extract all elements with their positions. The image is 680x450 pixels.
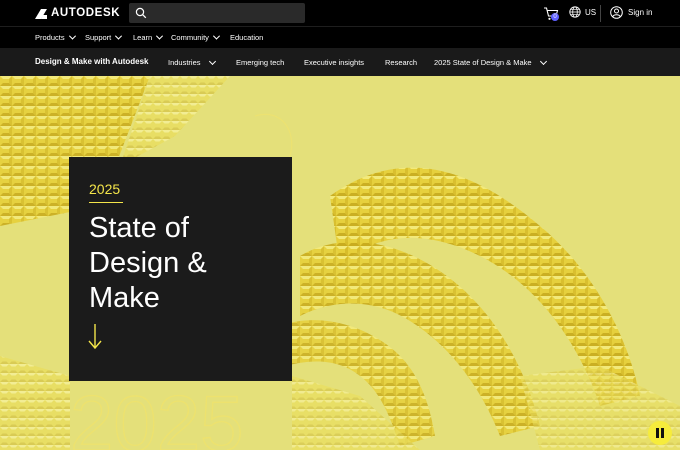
sign-in-button[interactable]: Sign in: [610, 6, 652, 19]
subnav-item-label: Emerging tech: [236, 58, 285, 67]
hero-title: State of Design & Make: [89, 212, 207, 314]
region-selector[interactable]: US: [569, 6, 596, 18]
chevron-down-icon: [212, 32, 220, 40]
subnav-item-research[interactable]: Research: [385, 58, 417, 67]
nav-item-products[interactable]: Products: [35, 32, 76, 42]
sign-in-label: Sign in: [628, 8, 653, 17]
autodesk-logo-icon: [35, 8, 47, 19]
nav-item-label: Community: [171, 33, 209, 42]
nav-item-label: Learn: [133, 33, 153, 42]
chevron-down-icon: [115, 32, 123, 40]
pause-icon: [661, 428, 664, 438]
logo-text: AUTODESK: [51, 7, 121, 19]
nav-item-label: Products: [35, 33, 65, 42]
subnav-item-industries[interactable]: Industries: [168, 57, 216, 67]
nav-item-label: Education: [230, 33, 264, 42]
search-input[interactable]: [129, 3, 305, 23]
cart-count-badge: 0: [551, 13, 559, 21]
top-bar: AUTODESK 0 US Sign in: [0, 0, 680, 27]
region-label: US: [585, 7, 597, 17]
arrow-down-icon[interactable]: [88, 324, 102, 350]
search-icon: [135, 7, 147, 19]
subnav-item-executive-insights[interactable]: Executive insights: [304, 58, 364, 67]
secondary-nav: Design & Make with Autodesk Industries E…: [0, 48, 680, 76]
nav-item-label: Support: [85, 33, 112, 42]
subnav-item-label: Executive insights: [304, 58, 365, 67]
subnav-item-state-of-design-make[interactable]: 2025 State of Design & Make: [434, 57, 547, 67]
nav-item-community[interactable]: Community: [171, 32, 220, 42]
header-divider: [600, 5, 601, 22]
autodesk-logo[interactable]: AUTODESK: [35, 7, 120, 20]
svg-text:2025: 2025: [70, 379, 244, 450]
hero-section: 2025 2025 State of Design & Make: [0, 76, 680, 450]
primary-nav: Products Support Learn Community Educati…: [0, 27, 680, 48]
chevron-down-icon: [156, 32, 164, 40]
subnav-item-label: Research: [385, 58, 418, 67]
user-circle-icon: [610, 6, 623, 19]
nav-item-learn[interactable]: Learn: [133, 32, 164, 42]
chevron-down-icon: [68, 32, 76, 40]
subnav-brand[interactable]: Design & Make with Autodesk: [35, 57, 149, 66]
subnav-item-label: 2025 State of Design & Make: [434, 58, 532, 67]
pause-icon: [656, 428, 659, 438]
globe-icon: [569, 6, 581, 18]
pause-button[interactable]: [648, 421, 672, 445]
chevron-down-icon: [539, 57, 547, 65]
hero-card: 2025 State of Design & Make: [69, 157, 292, 381]
nav-item-support[interactable]: Support: [85, 32, 123, 42]
hero-year-underline: [89, 202, 123, 203]
chevron-down-icon: [208, 57, 216, 65]
hero-year: 2025: [89, 181, 121, 197]
subnav-item-emerging-tech[interactable]: Emerging tech: [236, 58, 284, 67]
subnav-item-label: Industries: [168, 58, 201, 67]
nav-item-education[interactable]: Education: [230, 33, 263, 42]
